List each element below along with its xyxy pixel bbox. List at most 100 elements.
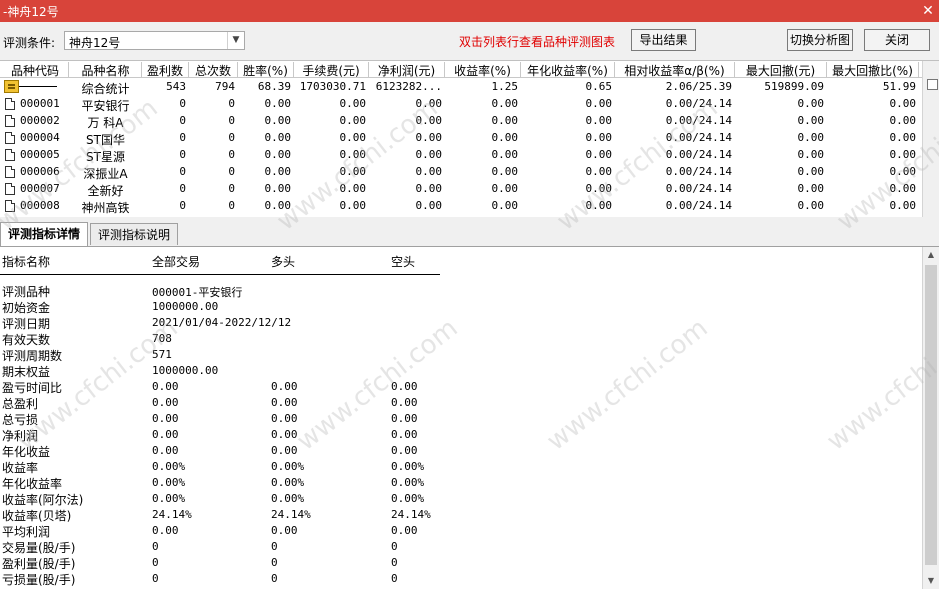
column-header[interactable]: 相对收益率α/β(%) bbox=[615, 62, 735, 77]
cell-fee: 0.00 bbox=[339, 148, 367, 161]
document-icon bbox=[5, 132, 15, 144]
detail-label: 收益率(阿尔法) bbox=[2, 493, 84, 507]
column-header[interactable]: 年化收益率(%) bbox=[521, 62, 615, 77]
cell-profit: 0 bbox=[179, 148, 186, 161]
cell-code: 000008 bbox=[20, 199, 60, 212]
cell-mddr: 0.00 bbox=[889, 148, 917, 161]
column-header[interactable]: 品种代码 bbox=[2, 62, 69, 77]
cell-net: 0.00 bbox=[415, 165, 443, 178]
cell-net: 6123282... bbox=[375, 80, 442, 93]
cell-total: 0 bbox=[228, 165, 235, 178]
cell-win: 0.00 bbox=[264, 199, 292, 212]
cell-ret: 0.00 bbox=[491, 182, 519, 195]
cell-win: 0.00 bbox=[264, 182, 292, 195]
summary-row[interactable]: 综合统计 543 794 68.39 1703030.71 6123282... 1.25 0… bbox=[0, 79, 922, 96]
hint-text: 双击列表行查看品种评测图表 bbox=[459, 35, 616, 49]
export-button[interactable]: 导出结果 bbox=[631, 29, 696, 51]
detail-short: 0.00% bbox=[391, 476, 425, 489]
column-header[interactable]: 品种名称 bbox=[70, 62, 142, 77]
detail-long: 0.00 bbox=[271, 380, 298, 393]
detail-row: 盈利量(股/手) 0 0 0 bbox=[0, 555, 600, 571]
detail-label: 评测日期 bbox=[2, 317, 51, 331]
cell-total: 0 bbox=[228, 131, 235, 144]
detail-long: 0.00% bbox=[271, 476, 305, 489]
scroll-box[interactable] bbox=[927, 79, 938, 90]
window-title: -神舟12号 bbox=[3, 5, 59, 19]
chevron-down-icon[interactable]: ▼ bbox=[227, 32, 244, 49]
detail-short: 24.14% bbox=[391, 508, 431, 521]
table-scrollbar[interactable] bbox=[922, 61, 939, 217]
cell-code: 000006 bbox=[20, 165, 60, 178]
table-row[interactable]: 000005 ST星源 0 0 0.00 0.00 0.00 0.00 0.00 0.00/24.… bbox=[0, 147, 922, 164]
column-header[interactable]: 最大回撤(元) bbox=[735, 62, 827, 77]
cell-annual: 0.65 bbox=[585, 80, 613, 93]
detail-tabs: 评测指标详情 评测指标说明 bbox=[0, 221, 939, 247]
tab-explanation[interactable]: 评测指标说明 bbox=[90, 223, 178, 245]
detail-header-short: 空头 bbox=[391, 255, 416, 269]
detail-short: 0 bbox=[391, 556, 398, 569]
detail-short: 0.00 bbox=[391, 412, 418, 425]
cell-annual: 0.00 bbox=[585, 148, 613, 161]
cell-win: 0.00 bbox=[264, 148, 292, 161]
criteria-select[interactable]: 神舟12号 ▼ bbox=[64, 31, 245, 50]
table-row[interactable]: 000006 深振业A 0 0 0.00 0.00 0.00 0.00 0.00 0.00/24.… bbox=[0, 164, 922, 181]
detail-all: 0.00% bbox=[152, 460, 186, 473]
cell-total: 0 bbox=[228, 182, 235, 195]
detail-row: 初始资金 1000000.00 bbox=[0, 299, 600, 315]
detail-label: 评测品种 bbox=[2, 285, 51, 299]
column-header[interactable]: 胜率(%) bbox=[238, 62, 294, 77]
detail-row: 净利润 0.00 0.00 0.00 bbox=[0, 427, 600, 443]
column-header[interactable]: 手续费(元) bbox=[294, 62, 369, 77]
close-button[interactable]: 关闭 bbox=[864, 29, 930, 51]
detail-long: 0 bbox=[271, 556, 278, 569]
cell-name: 综合统计 bbox=[81, 82, 130, 96]
detail-all: 24.14% bbox=[152, 508, 192, 521]
detail-all: 0 bbox=[152, 540, 159, 553]
column-header[interactable]: 盈利数 bbox=[142, 62, 189, 77]
detail-short: 0.00 bbox=[391, 380, 418, 393]
table-row[interactable]: 000002 万 科A 0 0 0.00 0.00 0.00 0.00 0.00 0.00/24.… bbox=[0, 113, 922, 130]
cell-fee: 1703030.71 bbox=[299, 80, 366, 93]
switch-chart-button[interactable]: 切换分析图 bbox=[787, 29, 853, 51]
column-header[interactable]: 总次数 bbox=[189, 62, 238, 77]
cell-ret: 0.00 bbox=[491, 148, 519, 161]
table-row[interactable]: 000008 神州高铁 0 0 0.00 0.00 0.00 0.00 0.00 0.00/24.… bbox=[0, 198, 922, 215]
column-header[interactable]: 最大回撤比(%) bbox=[827, 62, 919, 77]
divider bbox=[19, 86, 57, 87]
table-row[interactable]: 000007 全新好 0 0 0.00 0.00 0.00 0.00 0.00 0.00/24.1… bbox=[0, 181, 922, 198]
detail-all: 0.00 bbox=[152, 380, 179, 393]
cell-mddr: 0.00 bbox=[889, 165, 917, 178]
detail-row: 年化收益率 0.00% 0.00% 0.00% bbox=[0, 475, 600, 491]
cell-total: 0 bbox=[228, 114, 235, 127]
cell-code: 000007 bbox=[20, 182, 60, 195]
detail-all: 0 bbox=[152, 556, 159, 569]
detail-all: 1000000.00 bbox=[152, 300, 219, 313]
cell-fee: 0.00 bbox=[339, 114, 367, 127]
tab-detail[interactable]: 评测指标详情 bbox=[0, 222, 88, 246]
table-header: 品种代码 品种名称 盈利数 总次数 胜率(%) 手续费(元) 净利润(元) 收益率(%) 年化收… bbox=[0, 61, 922, 78]
detail-label: 交易量(股/手) bbox=[2, 541, 76, 555]
cell-rel: 0.00/24.14 bbox=[665, 148, 732, 161]
cell-code: 000004 bbox=[20, 131, 60, 144]
detail-header-all: 全部交易 bbox=[152, 255, 201, 269]
table-row[interactable]: 000001 平安银行 0 0 0.00 0.00 0.00 0.00 0.00 0.00/24.… bbox=[0, 96, 922, 113]
detail-row: 收益率(阿尔法) 0.00% 0.00% 0.00% bbox=[0, 491, 600, 507]
detail-label: 初始资金 bbox=[2, 301, 51, 315]
scroll-down-icon[interactable]: ▼ bbox=[923, 573, 939, 589]
cell-win: 0.00 bbox=[264, 131, 292, 144]
detail-row: 平均利润 0.00 0.00 0.00 bbox=[0, 523, 600, 539]
cell-mddr: 0.00 bbox=[889, 199, 917, 212]
table-row[interactable]: 000004 ST国华 0 0 0.00 0.00 0.00 0.00 0.00 0.00/24.… bbox=[0, 130, 922, 147]
cell-total: 794 bbox=[215, 80, 235, 93]
column-header[interactable]: 收益率(%) bbox=[445, 62, 521, 77]
column-header[interactable]: 净利润(元) bbox=[369, 62, 445, 77]
detail-long: 0.00 bbox=[271, 396, 298, 409]
detail-all: 0.00% bbox=[152, 492, 186, 505]
cell-net: 0.00 bbox=[415, 131, 443, 144]
cell-mdd: 0.00 bbox=[797, 97, 825, 110]
window-close-button[interactable]: ✕ bbox=[917, 0, 939, 22]
detail-scrollbar[interactable]: ▲ ▼ bbox=[922, 247, 939, 589]
scroll-up-icon[interactable]: ▲ bbox=[923, 247, 939, 263]
scroll-thumb[interactable] bbox=[925, 265, 937, 565]
detail-label: 净利润 bbox=[2, 429, 39, 443]
